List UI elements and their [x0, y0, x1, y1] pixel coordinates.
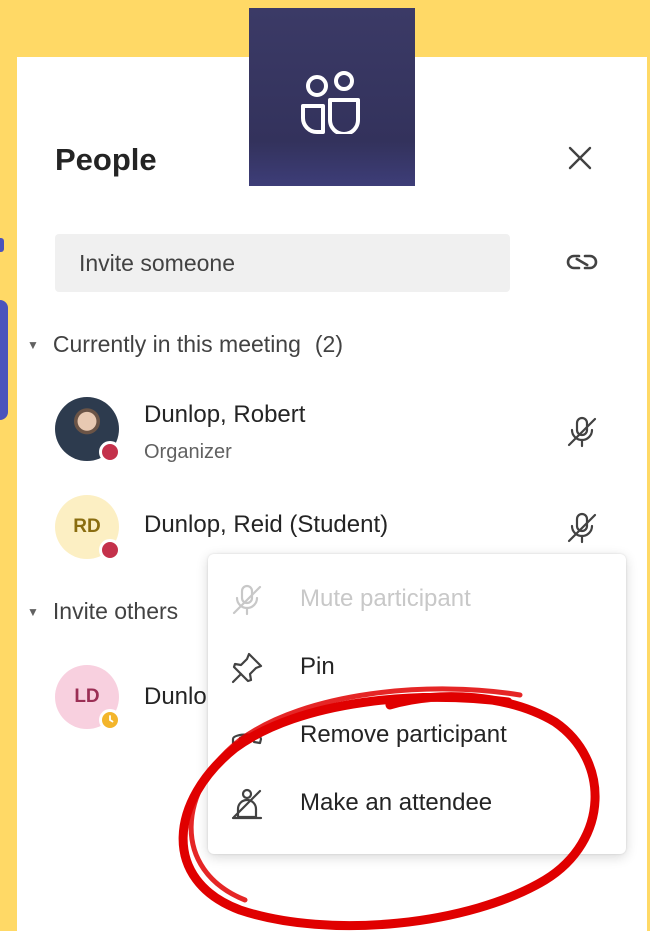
background-accent-bar	[0, 300, 8, 420]
section-currently-in-meeting[interactable]: ▼ Currently in this meeting (2)	[27, 331, 343, 358]
mic-off-icon[interactable]	[565, 415, 599, 449]
menu-item-label: Pin	[300, 653, 335, 680]
menu-item-label: Make an attendee	[300, 789, 493, 816]
collapse-caret-icon: ▼	[27, 337, 39, 352]
away-status-icon	[99, 709, 121, 731]
menu-item-mute-participant[interactable]: Mute participant	[208, 566, 626, 632]
background-accent-dot	[0, 238, 4, 252]
collapse-caret-icon: ▼	[27, 604, 39, 619]
menu-item-label: Mute participant	[300, 585, 471, 612]
avatar-initials: RD	[73, 516, 101, 537]
section-label: Currently in this meeting	[52, 331, 301, 357]
menu-item-make-attendee[interactable]: Make an attendee	[208, 770, 626, 836]
hang-up-icon	[231, 733, 263, 745]
section-invite-others[interactable]: ▼ Invite others	[27, 598, 178, 625]
busy-status-icon	[99, 539, 121, 561]
menu-item-label: Remove participant	[300, 721, 507, 748]
panel-title: People	[55, 142, 157, 177]
mic-off-icon	[232, 584, 262, 616]
people-icon	[301, 71, 360, 134]
participant-name: Dunlop, Robert	[144, 401, 306, 428]
mic-off-icon[interactable]	[565, 511, 599, 545]
participant-context-menu: Mute participant Pin Remove participant …	[208, 554, 626, 854]
section-label: Invite others	[52, 598, 179, 624]
invitee-name: Dunlo	[144, 683, 207, 710]
participant-robert[interactable]: Dunlop, Robert Organizer	[55, 397, 615, 467]
link-icon[interactable]	[565, 247, 599, 277]
participant-count: (2)	[314, 331, 344, 357]
pin-icon	[231, 652, 263, 684]
busy-status-icon	[99, 441, 121, 463]
invite-someone-input[interactable]	[55, 234, 510, 292]
people-panel: People ▼ Currently in this meeting (2) D…	[17, 57, 647, 931]
make-attendee-icon	[231, 788, 263, 820]
menu-item-remove-participant[interactable]: Remove participant	[208, 702, 626, 768]
people-badge	[249, 8, 415, 186]
participant-role: Organizer	[144, 441, 232, 463]
close-icon[interactable]	[567, 145, 593, 171]
participant-name: Dunlop, Reid (Student)	[144, 511, 389, 538]
menu-item-pin[interactable]: Pin	[208, 634, 626, 700]
avatar-initials: LD	[74, 686, 100, 707]
